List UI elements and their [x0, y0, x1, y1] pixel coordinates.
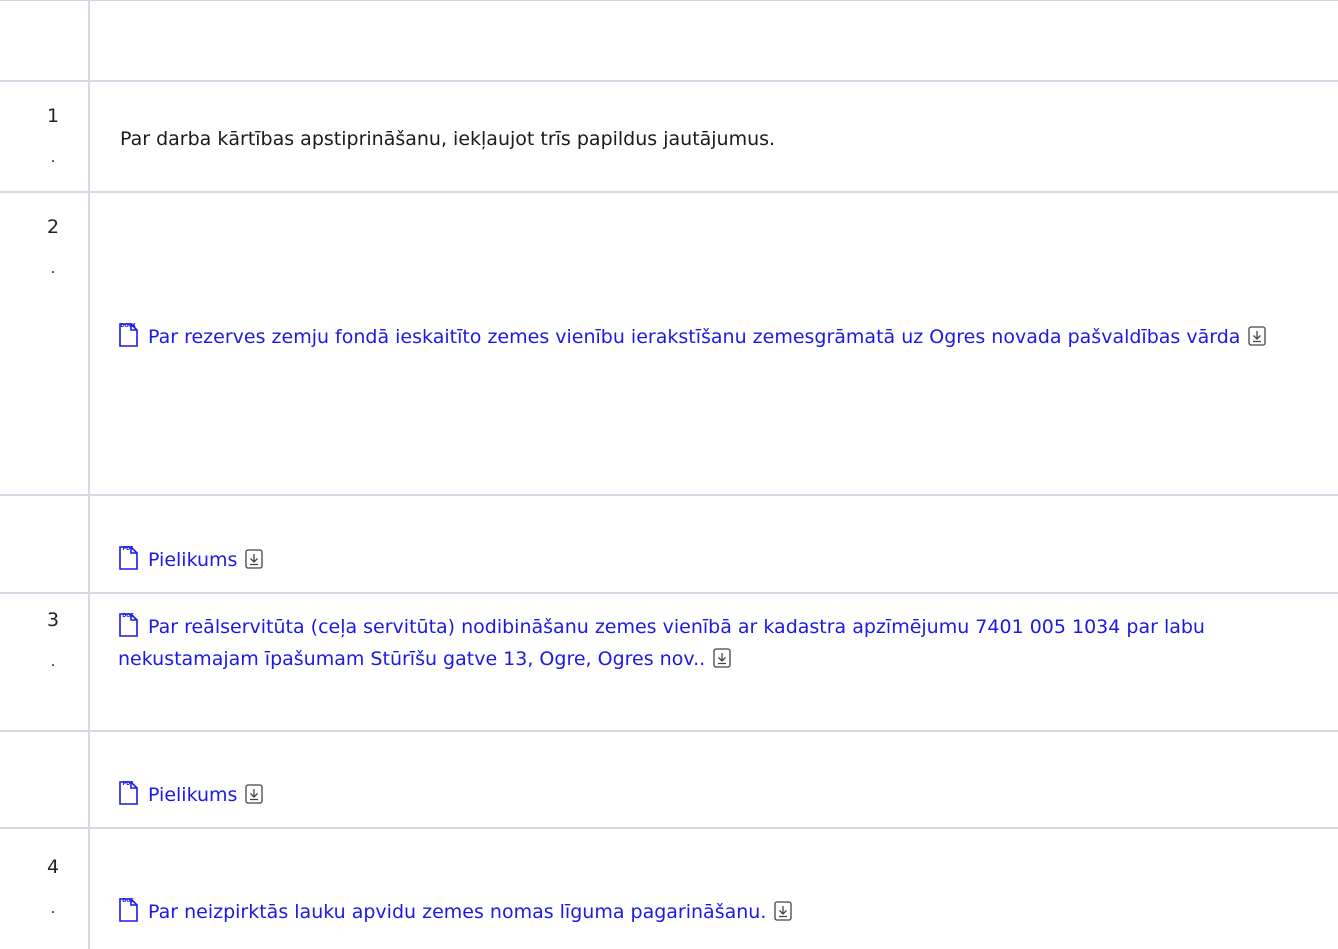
document-link[interactable]: DOC Par reālservitūta (ceļa servitūta) n…	[118, 611, 1338, 675]
file-docx-icon: DOCX	[118, 323, 138, 347]
download-icon[interactable]	[245, 547, 264, 569]
header-content-cell	[90, 1, 1338, 80]
row-number: 2	[46, 216, 60, 238]
attachment-link-text[interactable]: Pielikums	[148, 784, 237, 806]
row-number: 3	[46, 609, 60, 631]
document-link-text[interactable]: Par neizpirktās lauku apvidu zemes nomas…	[148, 901, 766, 923]
attachment-link[interactable]: PDF Pielikums	[118, 779, 1338, 811]
row-content-cell: DOC Par neizpirktās lauku apvidu zemes n…	[90, 829, 1338, 949]
row-content-cell: PDF Pielikums	[90, 496, 1338, 592]
document-link-text[interactable]: Par reālservitūta (ceļa servitūta) nodib…	[118, 616, 1205, 670]
table-row: 4 . DOC Par neizpirktās lauku apvidu zem…	[0, 829, 1338, 949]
file-doc-icon: DOC	[118, 613, 138, 637]
row-number-cell: 4 .	[0, 829, 90, 949]
row-number-dot: .	[50, 259, 56, 277]
table-row: PDF Pielikums	[0, 496, 1338, 594]
download-icon[interactable]	[774, 899, 793, 921]
file-doc-icon: DOC	[118, 898, 138, 922]
file-pdf-icon: PDF	[118, 546, 138, 570]
table-row: PDF Pielikums	[0, 732, 1338, 829]
attachment-link-text[interactable]: Pielikums	[148, 549, 237, 571]
table-row: 2 . DOCX Par rezerves zemju fondā ieskai…	[0, 193, 1338, 496]
row-number-cell: 1 .	[0, 82, 90, 191]
row-number-dot: .	[50, 148, 56, 166]
row-number: 1	[46, 105, 60, 127]
table-row: 1 . Par darba kārtības apstiprināšanu, i…	[0, 82, 1338, 193]
download-icon[interactable]	[1248, 324, 1267, 346]
row-content-cell: PDF Pielikums	[90, 732, 1338, 827]
file-pdf-icon: PDF	[118, 781, 138, 805]
header-number-cell	[0, 1, 90, 80]
row-number-dot: .	[50, 899, 56, 917]
download-icon[interactable]	[245, 782, 264, 804]
document-link-text[interactable]: Par rezerves zemju fondā ieskaitīto zeme…	[148, 326, 1240, 348]
document-link[interactable]: DOCX Par rezerves zemju fondā ieskaitīto…	[118, 321, 1338, 353]
table-header-row	[0, 1, 1338, 82]
row-number-cell	[0, 496, 90, 592]
row-number-dot: .	[50, 652, 56, 670]
row-content-cell: Par darba kārtības apstiprināšanu, iekļa…	[90, 82, 1338, 191]
download-icon[interactable]	[713, 646, 731, 668]
row-number: 4	[46, 856, 60, 878]
table-row: 3 . DOC Par reālservitūta (ceļa servitūt…	[0, 594, 1338, 732]
row-content-cell: DOC Par reālservitūta (ceļa servitūta) n…	[90, 594, 1338, 730]
row-number-cell	[0, 732, 90, 827]
document-link[interactable]: DOC Par neizpirktās lauku apvidu zemes n…	[118, 896, 1338, 928]
row-number-cell: 2 .	[0, 193, 90, 494]
agenda-item-text: Par darba kārtības apstiprināšanu, iekļa…	[120, 128, 776, 150]
row-number-cell: 3 .	[0, 594, 90, 730]
row-content-cell: DOCX Par rezerves zemju fondā ieskaitīto…	[90, 193, 1338, 494]
attachment-link[interactable]: PDF Pielikums	[118, 544, 1338, 576]
agenda-table: 1 . Par darba kārtības apstiprināšanu, i…	[0, 0, 1338, 949]
